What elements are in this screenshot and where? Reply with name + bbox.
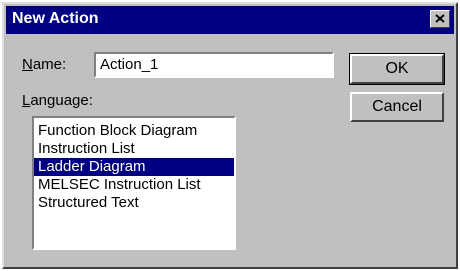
name-input[interactable]: Action_1 [94,52,334,78]
new-action-dialog: New Action Name: Action_1 Language: Func… [2,2,458,269]
language-item-melsec-instruction-list[interactable]: MELSEC Instruction List [34,176,234,194]
language-label-text: anguage: [30,92,93,109]
name-label-text: ame: [32,56,67,73]
close-icon [435,14,445,23]
ok-button[interactable]: OK [349,53,445,85]
language-listbox[interactable]: Function Block Diagram Instruction List … [32,116,236,250]
ok-button-label: OK [385,60,409,77]
language-item-instruction-list[interactable]: Instruction List [34,140,234,158]
language-label: Language: [22,92,93,109]
language-item-ladder-diagram[interactable]: Ladder Diagram [34,158,234,176]
name-label: Name: [22,56,66,73]
title-bar[interactable]: New Action [6,6,454,34]
language-item-structured-text[interactable]: Structured Text [34,194,234,212]
language-item-function-block-diagram[interactable]: Function Block Diagram [34,122,234,140]
cancel-button[interactable]: Cancel [350,92,444,122]
cancel-button-label: Cancel [372,98,422,115]
name-label-accel: N [22,56,33,73]
close-button[interactable] [430,10,450,28]
dialog-title: New Action [12,10,99,27]
name-input-value: Action_1 [100,56,159,73]
